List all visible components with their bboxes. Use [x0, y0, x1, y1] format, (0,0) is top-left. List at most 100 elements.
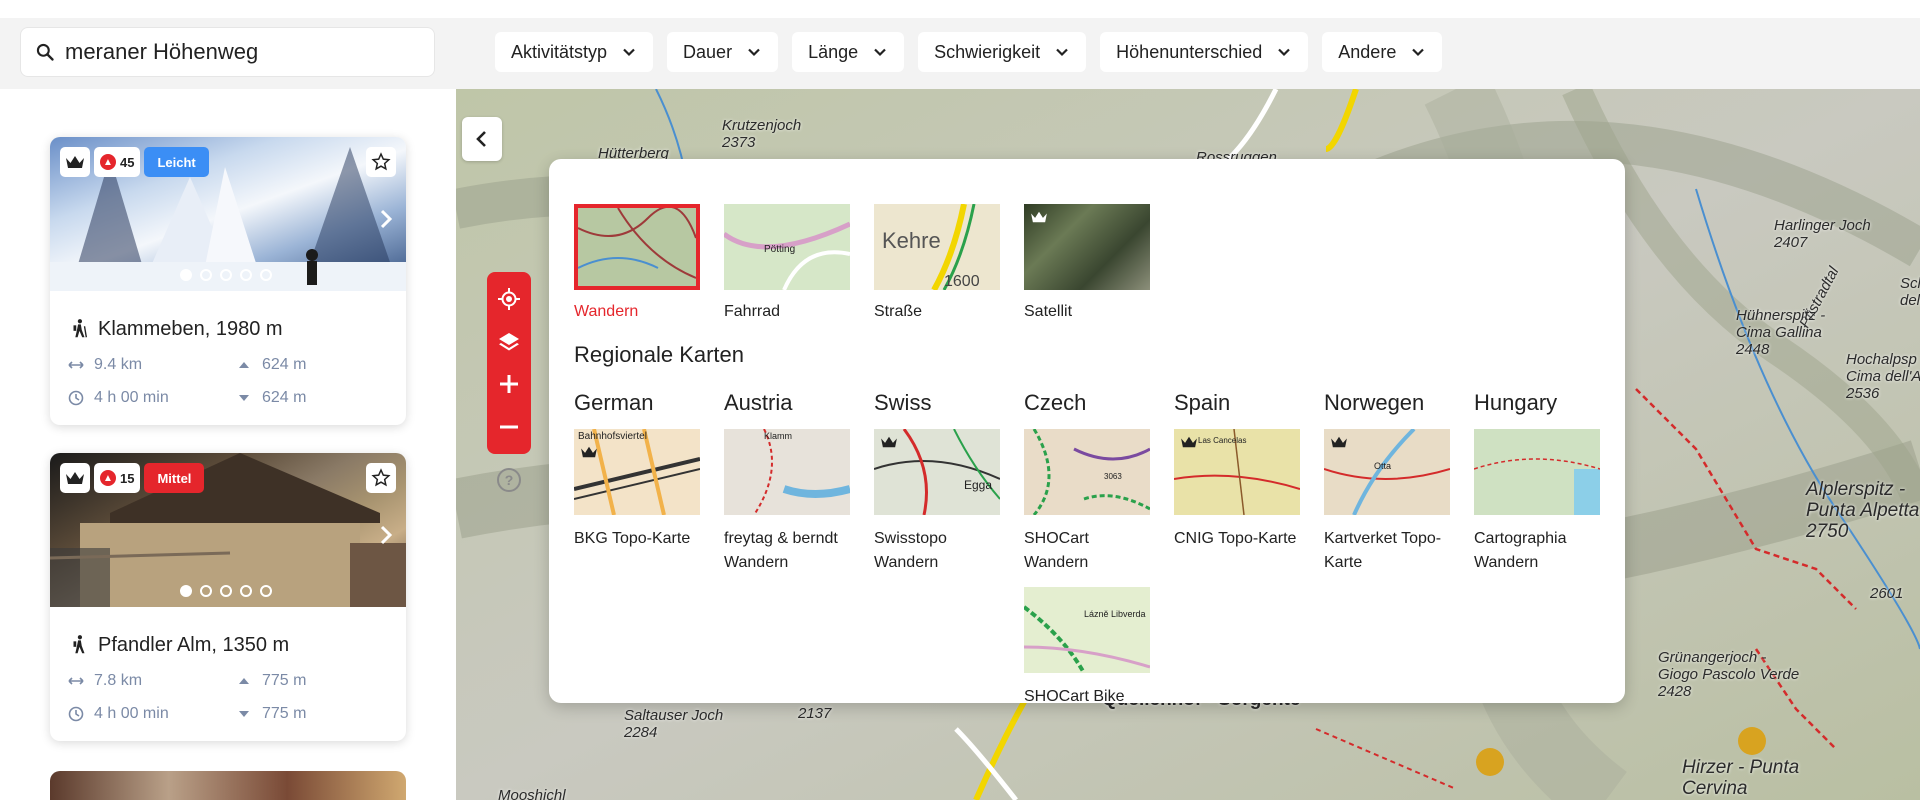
slide-dot[interactable] [180, 269, 192, 281]
slide-dot[interactable] [260, 269, 272, 281]
layer-label: Straße [874, 303, 923, 320]
badge-row: ▲ 45 Leicht [60, 147, 209, 177]
stat-ascent: 624 m [236, 355, 386, 374]
zoom-in-icon[interactable] [497, 372, 521, 396]
filter-label: Aktivitätstyp [511, 41, 608, 62]
badge-row: ▲ 15 Mittel [60, 463, 205, 493]
tour-card-partial[interactable] [50, 771, 406, 800]
filter-length[interactable]: Länge [792, 32, 905, 72]
chevron-right-icon[interactable] [376, 209, 396, 229]
layer-option-fahrrad[interactable]: Pötting Fahrrad [724, 204, 850, 324]
freytag-map-thumbnail: Klamm [753, 429, 850, 515]
layer-label: Kartverket Topo-Karte [1324, 530, 1442, 571]
duration-value: 4 h 00 min [94, 388, 169, 406]
bkg-map-thumbnail: Bahnhofsviertel [574, 429, 700, 515]
triangle-up-icon [239, 677, 249, 684]
layer-option-satellit[interactable]: Satellit [1024, 204, 1150, 324]
distance-icon [68, 676, 84, 685]
search-box[interactable] [20, 27, 435, 77]
road-map-thumbnail: Kehre 1600 [882, 204, 980, 290]
filter-other[interactable]: Andere [1322, 32, 1443, 72]
favorite-button[interactable] [366, 147, 396, 177]
tour-image: ▲ 15 Mittel [50, 453, 406, 607]
slide-dot[interactable] [200, 585, 212, 597]
slide-dot[interactable] [180, 585, 192, 597]
layer-label: Satellit [1024, 303, 1073, 320]
chevron-left-icon [476, 131, 486, 147]
triangle-down-icon [239, 394, 249, 401]
layer-thumbnail: Lázně Libverda [1024, 587, 1150, 673]
collapse-sidebar-button[interactable] [462, 117, 502, 161]
flame-icon: ▲ [100, 154, 116, 170]
stat-descent: 624 m [236, 388, 386, 407]
layer-label: CNIG Topo-Karte [1174, 530, 1297, 547]
help-icon[interactable]: ? [497, 468, 521, 492]
map-label: Sch dell [1900, 275, 1920, 309]
locate-icon[interactable] [497, 287, 521, 311]
svg-text:1600: 1600 [944, 273, 980, 290]
svg-text:Kehre: Kehre [882, 228, 941, 253]
chevron-down-icon [623, 48, 635, 57]
layer-label: Fahrrad [724, 303, 781, 320]
ascent-value: 624 m [262, 355, 307, 373]
tour-card[interactable]: ▲ 45 Leicht Klammeben, 1980 m 9.4 km 624… [50, 137, 406, 425]
regional-map-shocart[interactable]: 3063 SHOCart Wandern [1024, 429, 1150, 575]
filter-activity-type[interactable]: Aktivitätstyp [495, 32, 654, 72]
star-icon [371, 152, 391, 171]
difficulty-label: Mittel [157, 470, 192, 486]
regional-map-shocart-bike[interactable]: Lázně Libverda SHOCart Bike [1024, 587, 1150, 709]
regional-maps-title: Regionale Karten [574, 342, 745, 367]
slide-dot[interactable] [200, 269, 212, 281]
popularity-badge: ▲ 45 [94, 147, 141, 177]
regional-map-swisstopo[interactable]: Egga Swisstopo Wandern [874, 429, 1000, 575]
layer-label: freytag & berndt Wandern [724, 530, 838, 571]
filter-duration[interactable]: Dauer [667, 32, 779, 72]
svg-text:Pötting: Pötting [764, 244, 795, 255]
zoom-out-icon[interactable] [497, 415, 521, 439]
regional-map-cnig[interactable]: Las Cancelas CNIG Topo-Karte [1174, 429, 1300, 551]
slide-dot[interactable] [240, 585, 252, 597]
slide-dot[interactable] [240, 269, 252, 281]
flame-icon: ▲ [100, 470, 116, 486]
filter-elevation[interactable]: Höhenunterschied [1100, 32, 1309, 72]
favorite-button[interactable] [366, 463, 396, 493]
regional-map-freytag[interactable]: Klamm freytag & berndt Wandern [724, 429, 850, 575]
tour-title[interactable]: Pfandler Alm, 1350 m [68, 633, 388, 657]
filter-label: Schwierigkeit [934, 41, 1041, 62]
layer-option-wandern[interactable]: Wandern [574, 204, 700, 324]
chevron-right-icon[interactable] [376, 525, 396, 545]
layer-thumbnail [1474, 429, 1600, 515]
tour-image: ▲ 45 Leicht [50, 137, 406, 291]
regional-map-kartverket[interactable]: Otta Kartverket Topo-Karte [1324, 429, 1450, 575]
cartographia-map-thumbnail [1474, 458, 1600, 515]
chevron-down-icon [1278, 48, 1291, 57]
triangle-down-icon [239, 710, 249, 717]
premium-badge [60, 463, 90, 493]
layers-icon[interactable] [497, 330, 521, 354]
layer-option-strasse[interactable]: Kehre 1600 Straße [874, 204, 1000, 324]
ascent-value: 775 m [262, 671, 307, 689]
distance-icon [68, 360, 84, 369]
slide-dot[interactable] [260, 585, 272, 597]
crown-icon [1331, 436, 1347, 448]
regional-map-cartographia[interactable]: Cartographia Wandern [1474, 429, 1600, 575]
premium-badge [60, 147, 90, 177]
slide-dot[interactable] [220, 269, 232, 281]
slide-dot[interactable] [220, 585, 232, 597]
filter-difficulty[interactable]: Schwierigkeit [918, 32, 1087, 72]
filter-label: Länge [808, 41, 859, 62]
tour-stats: 9.4 km 624 m 4 h 00 min 624 m [68, 355, 388, 407]
tour-card[interactable]: ▲ 15 Mittel Pfandler Alm, 1350 m 7.8 km … [50, 453, 406, 741]
map-label: 2137 [798, 705, 832, 722]
country-heading: Austria [724, 390, 793, 415]
country-heading: Spain [1174, 390, 1231, 415]
slide-indicator [180, 269, 272, 281]
distance-value: 7.8 km [94, 671, 143, 689]
crown-icon [1181, 436, 1197, 448]
tour-title[interactable]: Klammeben, 1980 m [68, 317, 388, 341]
country-heading: Hungary [1474, 390, 1558, 415]
search-input[interactable] [65, 39, 405, 65]
layer-label: Cartographia Wandern [1474, 530, 1567, 571]
stat-duration: 4 h 00 min [68, 704, 236, 723]
regional-map-bkg[interactable]: Bahnhofsviertel BKG Topo-Karte [574, 429, 700, 551]
